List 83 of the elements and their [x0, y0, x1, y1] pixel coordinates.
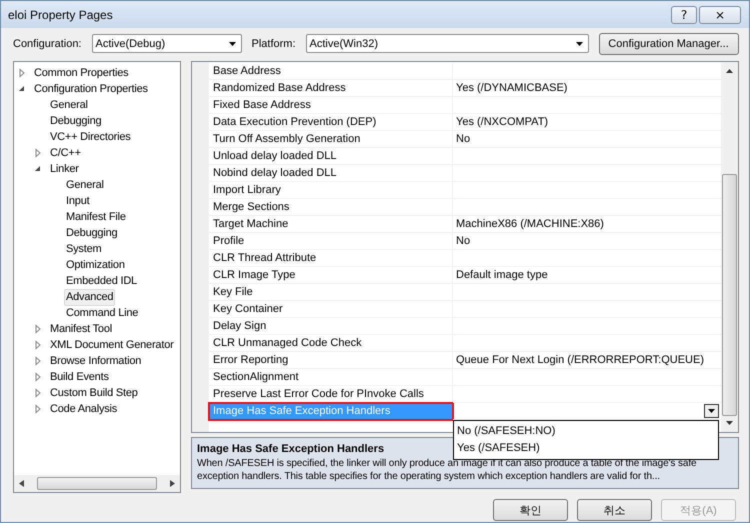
scroll-down-icon[interactable]: [726, 421, 733, 425]
expand-arrow-icon[interactable]: [33, 388, 43, 398]
platform-label: Platform:: [252, 38, 296, 50]
property-name[interactable]: Merge Sections: [209, 199, 453, 216]
property-name[interactable]: Key File: [209, 284, 453, 301]
tree-item[interactable]: Debugging: [64, 224, 120, 242]
tree-item[interactable]: Debugging: [48, 112, 104, 130]
scroll-thumb[interactable]: [722, 174, 737, 416]
expand-arrow-icon[interactable]: [17, 68, 27, 78]
property-name[interactable]: Target Machine: [209, 216, 453, 233]
horizontal-scrollbar[interactable]: [14, 475, 180, 492]
expand-arrow-icon[interactable]: [33, 340, 43, 350]
tree-item[interactable]: General: [48, 96, 90, 114]
property-value: MachineX86 (/MACHINE:X86): [456, 217, 604, 232]
property-name[interactable]: SectionAlignment: [209, 369, 453, 386]
dialog-button[interactable]: 취소: [577, 499, 652, 521]
dropdown-button[interactable]: [704, 404, 719, 418]
property-name[interactable]: CLR Thread Attribute: [209, 250, 453, 267]
property-name[interactable]: Import Library: [209, 182, 453, 199]
property-name[interactable]: CLR Image Type: [209, 267, 453, 284]
property-value: Yes (/NXCOMPAT): [456, 115, 548, 130]
tree-item[interactable]: General: [64, 176, 106, 194]
tree-item[interactable]: Linker: [48, 160, 81, 178]
property-value: Yes (/DYNAMICBASE): [456, 81, 568, 96]
tree-item[interactable]: VC++ Directories: [48, 128, 133, 146]
property-name[interactable]: Base Address: [209, 63, 453, 80]
scroll-right-icon[interactable]: [170, 480, 175, 487]
dropdown-option[interactable]: Yes (/SAFESEH): [455, 440, 717, 457]
close-button[interactable]: ×: [699, 6, 741, 24]
property-name[interactable]: Delay Sign: [209, 318, 453, 335]
scroll-up-icon[interactable]: [726, 69, 733, 73]
property-name[interactable]: Unload delay loaded DLL: [209, 148, 453, 165]
scroll-left-icon[interactable]: [19, 480, 24, 487]
tree-item[interactable]: Common Properties: [32, 64, 130, 82]
configuration-dropdown[interactable]: Active(Debug): [92, 34, 242, 53]
tree-item[interactable]: Browse Information: [48, 352, 144, 370]
dropdown-option[interactable]: No (/SAFESEH:NO): [455, 423, 717, 440]
collapse-arrow-icon[interactable]: [17, 84, 27, 94]
property-name[interactable]: Fixed Base Address: [209, 97, 453, 114]
expand-arrow-icon[interactable]: [33, 372, 43, 382]
tree-item[interactable]: Manifest File: [64, 208, 128, 226]
expand-arrow-icon[interactable]: [33, 148, 43, 158]
help-button[interactable]: ?: [671, 6, 697, 24]
caret-icon: [708, 409, 715, 413]
caret-icon: [576, 42, 583, 46]
tree-item[interactable]: Manifest Tool: [48, 320, 114, 338]
vertical-scrollbar[interactable]: [721, 62, 738, 432]
tree-item[interactable]: XML Document Generator: [48, 336, 176, 354]
dialog-button[interactable]: 확인: [493, 499, 568, 521]
scroll-thumb[interactable]: [37, 477, 157, 490]
expand-arrow-icon[interactable]: [33, 404, 43, 414]
property-name[interactable]: Data Execution Prevention (DEP): [209, 114, 453, 131]
caret-icon: [228, 42, 236, 46]
property-name[interactable]: Error Reporting: [209, 352, 453, 369]
tree-item[interactable]: Embedded IDL: [64, 272, 139, 290]
tree-item[interactable]: Optimization: [64, 256, 127, 274]
property-value: No: [456, 234, 470, 249]
collapse-arrow-icon[interactable]: [33, 164, 43, 174]
window-title: eloi Property Pages: [8, 8, 113, 22]
tree-item[interactable]: Code Analysis: [48, 400, 120, 418]
tree-item[interactable]: System: [64, 240, 104, 258]
property-name[interactable]: Nobind delay loaded DLL: [209, 165, 453, 182]
tree-item[interactable]: Build Events: [48, 368, 111, 386]
tree-item[interactable]: Advanced: [64, 288, 116, 306]
property-name[interactable]: Key Container: [209, 301, 453, 318]
tree-item[interactable]: Custom Build Step: [48, 384, 140, 402]
property-name[interactable]: CLR Unmanaged Code Check: [209, 335, 453, 352]
expand-arrow-icon[interactable]: [33, 324, 43, 334]
property-value: No: [456, 132, 470, 147]
expand-arrow-icon[interactable]: [33, 356, 43, 366]
platform-dropdown[interactable]: Active(Win32): [306, 34, 589, 53]
property-name[interactable]: Randomized Base Address: [209, 80, 453, 97]
configuration-manager-button[interactable]: Configuration Manager...: [598, 32, 739, 54]
tree-item[interactable]: C/C++: [48, 144, 83, 162]
description-title: Image Has Safe Exception Handlers: [197, 442, 384, 457]
tree-item[interactable]: Configuration Properties: [32, 80, 150, 98]
property-name[interactable]: Profile: [209, 233, 453, 250]
configuration-label: Configuration:: [13, 38, 82, 50]
property-value: Default image type: [456, 268, 548, 283]
tree-item[interactable]: Input: [64, 192, 92, 210]
property-value: Queue For Next Login (/ERRORREPORT:QUEUE): [456, 353, 704, 368]
property-name[interactable]: Turn Off Assembly Generation: [209, 131, 453, 148]
tree-item[interactable]: Command Line: [64, 304, 140, 322]
